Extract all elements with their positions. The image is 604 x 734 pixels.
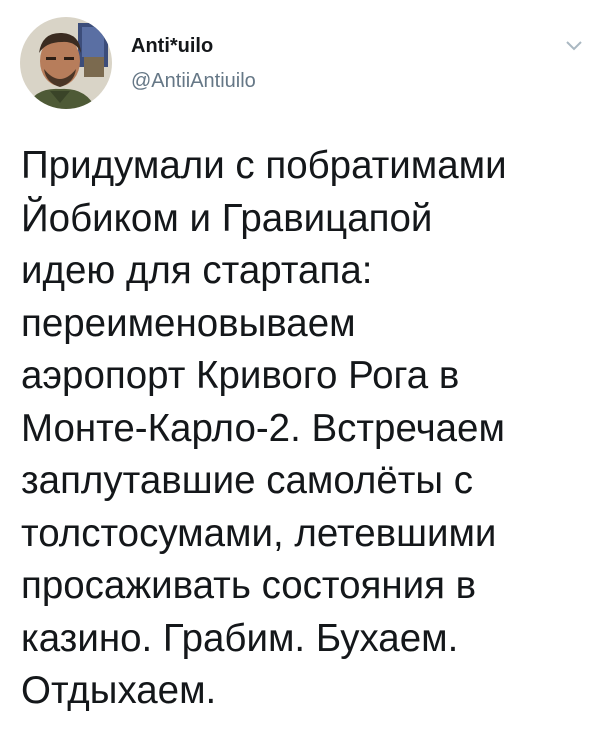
user-handle[interactable]: @AntiiAntiuilo: [131, 70, 256, 93]
chevron-down-icon[interactable]: [566, 38, 582, 51]
tweet-text-line: Отдыхаем.: [21, 669, 217, 712]
profile-photo-icon: [20, 17, 112, 109]
tweet-text-line: заплутавшие самолёты с: [21, 459, 474, 502]
tweet-text: Придумали с побратимами Йобиком и Гравиц…: [21, 140, 591, 718]
tweet-text-line: переименовываем: [21, 301, 356, 345]
tweet-text-line: Монте-Карло-2. Встречаем: [21, 406, 505, 450]
tweet-text-line: казино. Грабим. Бухаем.: [21, 616, 459, 660]
tweet-text-line: просаживать состояния в: [21, 564, 477, 607]
tweet-card: Anti*uilo @AntiiAntiuilo Придумали с поб…: [0, 0, 604, 734]
display-name[interactable]: Anti*uilo: [131, 35, 213, 58]
tweet-text-line: толстосумами, летевшими: [21, 511, 497, 555]
avatar[interactable]: [20, 17, 112, 109]
tweet-text-line: аэропорт Кривого Рога в: [21, 354, 460, 397]
tweet-text-line: идею для стартапа:: [21, 249, 373, 292]
tweet-text-line: Йобиком и Гравицапой: [21, 196, 433, 240]
tweet-text-line: Придумали с побратимами: [21, 144, 507, 187]
